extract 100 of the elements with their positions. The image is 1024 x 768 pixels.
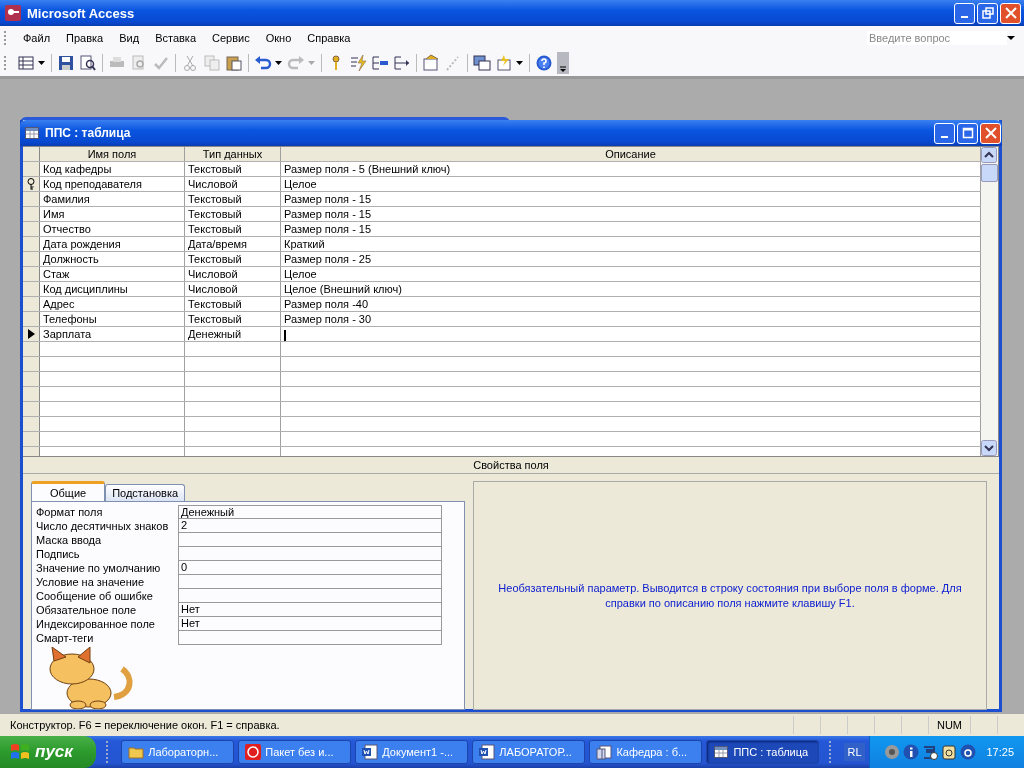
clock: 17:25 [986, 746, 1015, 758]
table-cell[interactable]: Текстовый [185, 192, 281, 206]
close-button[interactable] [980, 122, 1001, 144]
table-cell[interactable]: Код преподавателя [40, 177, 185, 191]
tab[interactable]: Общие [31, 481, 106, 501]
property-field[interactable] [178, 533, 442, 547]
menu-item[interactable]: Файл [15, 30, 59, 46]
taskbar-button[interactable]: ППС : таблица [706, 740, 820, 764]
database-icon [596, 744, 613, 760]
property-label: Обязательное поле [36, 603, 138, 617]
table-cell[interactable]: Отчество [40, 222, 185, 236]
table-cell[interactable]: Текстовый [185, 207, 281, 221]
row-selector[interactable] [23, 327, 40, 341]
property-field[interactable]: 2 [178, 519, 442, 533]
caret-icon[interactable] [516, 61, 523, 65]
row-selector[interactable] [23, 177, 40, 191]
restore-icon [981, 7, 994, 19]
document-icon [479, 744, 496, 760]
table-cell[interactable]: Денежный [185, 327, 281, 341]
property-field[interactable] [178, 589, 442, 603]
table-cell[interactable]: Текстовый [185, 312, 281, 326]
status-indicator: NUM [927, 716, 970, 734]
tab[interactable]: Подстановка [105, 484, 186, 501]
menu-item[interactable]: Окно [257, 30, 300, 46]
property-field[interactable]: Нет [178, 603, 442, 617]
property-field[interactable] [178, 631, 442, 645]
section-caption: Свойства поля [23, 457, 999, 474]
scroll-thumb[interactable] [981, 164, 998, 182]
taskbar-button[interactable]: Кафедра : б... [589, 740, 703, 764]
table-cell[interactable]: Текстовый [185, 252, 281, 266]
status-text: Конструктор. F6 = переключение окон. F1 = справка. [9, 719, 281, 731]
table-cell[interactable]: Должность [40, 252, 185, 266]
text-cursor [284, 329, 286, 341]
property-label: Смарт-теги [36, 631, 95, 645]
menu-item[interactable]: Сервис [204, 30, 258, 46]
table-cell[interactable]: Стаж [40, 267, 185, 281]
scroll-down-icon[interactable] [981, 440, 997, 456]
table-cell[interactable]: Имя [40, 207, 185, 221]
column-header[interactable]: Имя поля [40, 147, 185, 161]
minimize-icon [941, 136, 948, 138]
dropdown-arrow-icon[interactable] [1007, 35, 1015, 41]
circle-app-icon[interactable] [959, 744, 976, 760]
window-title: Microsoft Access [27, 5, 136, 21]
table-cell[interactable]: Дата рождения [40, 237, 185, 251]
toolbar-options-icon[interactable] [557, 52, 569, 74]
menu-item[interactable]: Справка [299, 30, 359, 46]
table-cell[interactable]: Код кафедры [40, 162, 185, 176]
property-field[interactable]: Денежный [178, 505, 442, 519]
close-button[interactable] [1000, 2, 1021, 24]
property-field[interactable]: 0 [178, 561, 442, 575]
table-cell[interactable]: Числовой [185, 267, 281, 281]
menu-item[interactable]: Вставка [147, 30, 204, 46]
key-icon [4, 4, 22, 22]
info-icon[interactable] [902, 744, 919, 760]
table-cell[interactable]: Текстовый [185, 297, 281, 311]
property-label: Условие на значение [36, 575, 145, 589]
taskbar-button[interactable]: Пакет без и... [238, 740, 352, 764]
taskbar-button[interactable]: ЛАБОРАТОР... [472, 740, 586, 764]
taskbar-button[interactable]: Документ1 -... [355, 740, 469, 764]
property-field[interactable] [178, 547, 442, 561]
menu-item[interactable]: Вид [111, 30, 148, 46]
language-indicator[interactable]: RL [844, 743, 865, 761]
scrollbar[interactable] [981, 147, 998, 456]
caret-icon[interactable] [38, 61, 45, 65]
column-header[interactable]: Тип данных [185, 147, 281, 161]
table-cell[interactable]: Зарплата [40, 327, 185, 341]
start-button[interactable]: пуск [0, 736, 97, 768]
menu-item[interactable]: Правка [58, 30, 112, 46]
table-cell[interactable]: Текстовый [185, 222, 281, 236]
table-cell[interactable]: Код дисциплины [40, 282, 185, 296]
property-label: Маска ввода [36, 533, 103, 547]
taskbar-button[interactable]: Лабораторн... [121, 740, 235, 764]
minimize-button[interactable] [934, 122, 955, 144]
minimize-icon [961, 16, 968, 18]
help-search-field[interactable]: Введите вопрос [867, 31, 1007, 45]
maximize-icon [961, 127, 974, 139]
column-header[interactable]: Описание [281, 147, 981, 161]
minimize-button[interactable] [954, 2, 975, 24]
folder-icon [128, 744, 145, 760]
table-cell[interactable]: Адрес [40, 297, 185, 311]
phone-icon[interactable] [940, 744, 957, 760]
table-cell[interactable]: Телефоны [40, 312, 185, 326]
caret-icon[interactable] [275, 61, 282, 65]
table-icon [25, 127, 39, 139]
windows-logo-icon [10, 743, 30, 761]
scroll-up-icon[interactable] [981, 147, 997, 163]
table-cell[interactable]: Текстовый [185, 162, 281, 176]
table-cell[interactable]: Фамилия [40, 192, 185, 206]
property-field[interactable] [178, 575, 442, 589]
window-title: ППС : таблица [45, 126, 132, 140]
table-cell[interactable]: Дата/время [185, 237, 281, 251]
maximize-button[interactable] [957, 122, 978, 144]
window-icon[interactable] [471, 52, 493, 74]
table-cell[interactable]: Числовой [185, 282, 281, 296]
property-field[interactable]: Нет [178, 617, 442, 631]
clock-app-icon[interactable] [921, 744, 938, 760]
restore-button[interactable] [977, 2, 998, 24]
table-icon [713, 744, 730, 760]
table-cell[interactable]: Числовой [185, 177, 281, 191]
property-label: Индексированное поле [36, 617, 156, 631]
